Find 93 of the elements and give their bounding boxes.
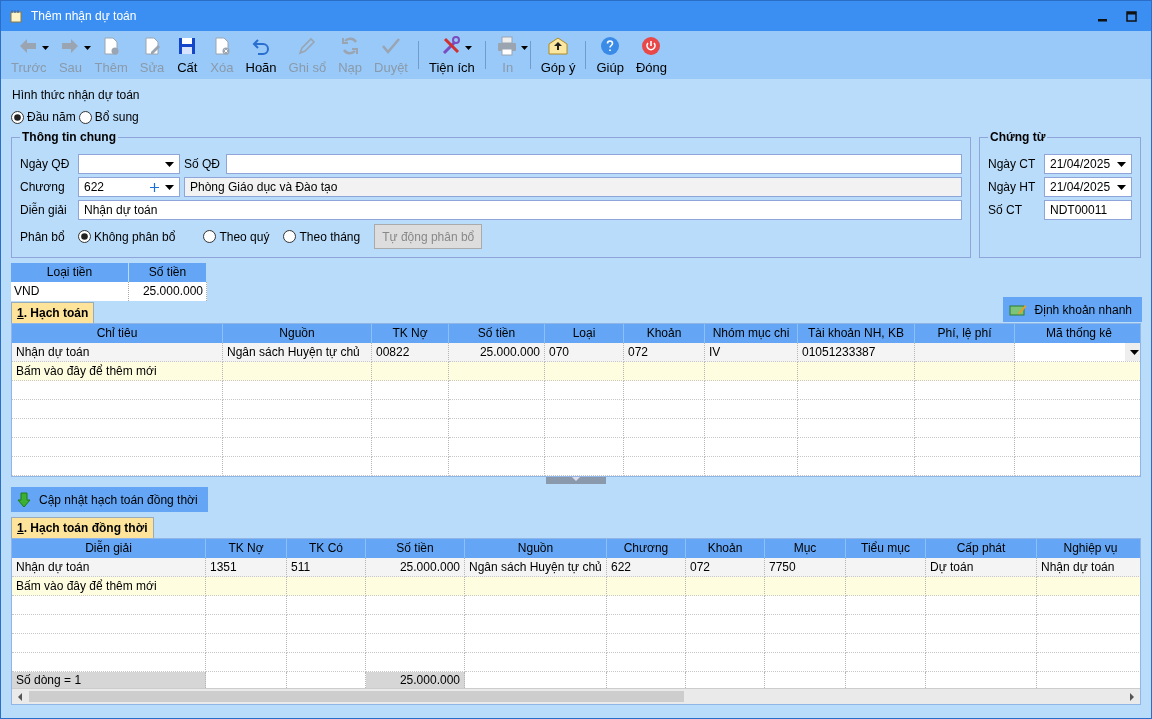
radio-button[interactable] [11, 110, 24, 124]
dropdown-cell[interactable] [1015, 343, 1140, 362]
field-label: Ngày CT [988, 157, 1037, 171]
dropdown-caret-icon [520, 46, 528, 50]
text-field[interactable]: NDT00011 [1044, 200, 1132, 220]
notepad-icon [9, 9, 23, 23]
row-count: Số dòng = 1 [12, 672, 206, 688]
toolbar-button[interactable]: Đóng [629, 31, 673, 79]
column-header[interactable]: Mã thống kê [1015, 324, 1140, 343]
column-header[interactable]: Diễn giải [12, 539, 206, 558]
toolbar-button[interactable]: Tiện ích [423, 31, 481, 79]
field-label: Phân bổ [20, 229, 66, 244]
quick-entry-button[interactable]: Định khoản nhanh [1002, 297, 1142, 322]
total-cell: 25.000.000 [366, 672, 465, 688]
update-button[interactable]: Cập nhật hạch toán đồng thời [11, 487, 208, 512]
group-title: Thông tin chung [21, 130, 117, 144]
combo-box[interactable]: 622 [78, 177, 180, 197]
dropdown-caret-icon [464, 46, 472, 50]
column-header[interactable]: Nghiệp vụ [1037, 539, 1140, 558]
table-row[interactable]: Nhận dự toán Ngân sách Huyện tự chủ 00822 25.000.000 070 072 IV 01051233387 [12, 343, 1140, 362]
column-header[interactable]: Khoản [686, 539, 765, 558]
toolbar-button[interactable]: Giúp [590, 31, 630, 79]
table-cell: 25.000.000 [129, 282, 207, 301]
column-header[interactable]: Chỉ tiêu [12, 324, 223, 343]
text-field[interactable] [226, 154, 962, 174]
new-row[interactable]: Bấm vào đây để thêm mới [12, 577, 1140, 596]
caret-icon [1117, 161, 1126, 167]
column-header[interactable]: Loại tiền [11, 263, 129, 282]
window-title: Thêm nhận dự toán [31, 9, 138, 23]
field-label: Diễn giải [20, 203, 68, 217]
new-row-hint[interactable]: Bấm vào đây để thêm mới [12, 362, 223, 381]
radio-label[interactable]: Đầu năm [27, 110, 76, 124]
toolbar-button[interactable]: Cất [170, 31, 205, 79]
horizontal-scrollbar[interactable] [12, 688, 1140, 704]
radio-button[interactable] [203, 230, 217, 243]
radio-label[interactable]: Không phân bổ [94, 229, 176, 244]
toolbar-button[interactable]: Hoãn [239, 31, 283, 79]
caret-icon [1129, 349, 1139, 355]
column-header[interactable]: Khoản [624, 324, 705, 343]
column-header[interactable]: Số tiền [366, 539, 465, 558]
date-picker[interactable]: 21/04/2025 [1044, 154, 1132, 174]
radio-label[interactable]: Theo tháng [299, 229, 361, 244]
date-picker[interactable]: 21/04/2025 [1044, 177, 1132, 197]
column-header[interactable]: Tiểu mục [846, 539, 926, 558]
readonly-field: Phòng Giáo dục và Đào tạo [184, 177, 962, 197]
radio-button[interactable] [78, 110, 92, 124]
radio-label[interactable]: Bổ sung [94, 110, 139, 124]
text-field[interactable]: Nhận dự toán [78, 200, 962, 220]
new-row-hint[interactable]: Bấm vào đây để thêm mới [12, 577, 206, 596]
envelope-icon [547, 35, 570, 57]
column-header[interactable]: Nguồn [223, 324, 372, 343]
column-header[interactable]: Số tiền [449, 324, 545, 343]
column-header[interactable]: TK Nợ [206, 539, 287, 558]
column-header[interactable]: TK Có [287, 539, 366, 558]
column-header[interactable]: Chương [607, 539, 686, 558]
field-label: Ngày HT [988, 180, 1037, 194]
dropdown-caret-icon [41, 46, 49, 50]
tab[interactable]: 1. Hạch toán đồng thời [11, 517, 154, 538]
table-cell: VND [11, 282, 129, 301]
dropdown-caret-icon [83, 46, 91, 50]
column-header[interactable]: Tài khoản NH, KB [798, 324, 915, 343]
caret-icon [165, 161, 174, 167]
column-header[interactable]: Nhóm mục chi [705, 324, 798, 343]
plus-icon[interactable] [150, 182, 159, 192]
power-icon [640, 35, 663, 57]
column-header[interactable]: Mục [765, 539, 846, 558]
field-label: Ngày QĐ [20, 157, 71, 171]
group-title: Chứng từ [989, 130, 1047, 144]
column-header[interactable]: Loại [545, 324, 624, 343]
new-row[interactable]: Bấm vào đây để thêm mới [12, 362, 1140, 381]
column-header[interactable]: Cấp phát [926, 539, 1037, 558]
table-row[interactable]: Nhận dự toán 1351 511 25.000.000 Ngân sách Huyện tự chủ 622 072 7750 Dự toán Nhận dự toán [12, 558, 1140, 577]
column-header[interactable]: TK Nợ [372, 324, 449, 343]
column-header[interactable]: Phí, lệ phí [915, 324, 1015, 343]
radio-label[interactable]: Theo quý [219, 229, 270, 244]
radio-button[interactable] [78, 230, 91, 243]
caret-icon [165, 184, 174, 190]
help-icon [599, 35, 622, 57]
column-header[interactable]: Nguồn [465, 539, 607, 558]
money-pencil-icon [1008, 302, 1027, 317]
splitter-handle[interactable] [546, 477, 606, 484]
radio-button[interactable] [283, 230, 297, 243]
field-label: Chương [20, 180, 66, 194]
column-header[interactable]: Số tiền [129, 263, 207, 282]
maximize-icon[interactable] [1126, 10, 1137, 22]
arrow-down-icon [17, 491, 31, 508]
tab[interactable]: 1. Hạch toán [11, 302, 95, 323]
section-label: Hình thức nhận dự toán [12, 88, 140, 102]
field-label: Số CT [988, 203, 1023, 217]
caret-icon [1117, 184, 1126, 190]
printer-icon [495, 35, 518, 57]
toolbar-button[interactable]: Góp ý [534, 31, 582, 79]
field-label: Số QĐ [184, 157, 221, 171]
